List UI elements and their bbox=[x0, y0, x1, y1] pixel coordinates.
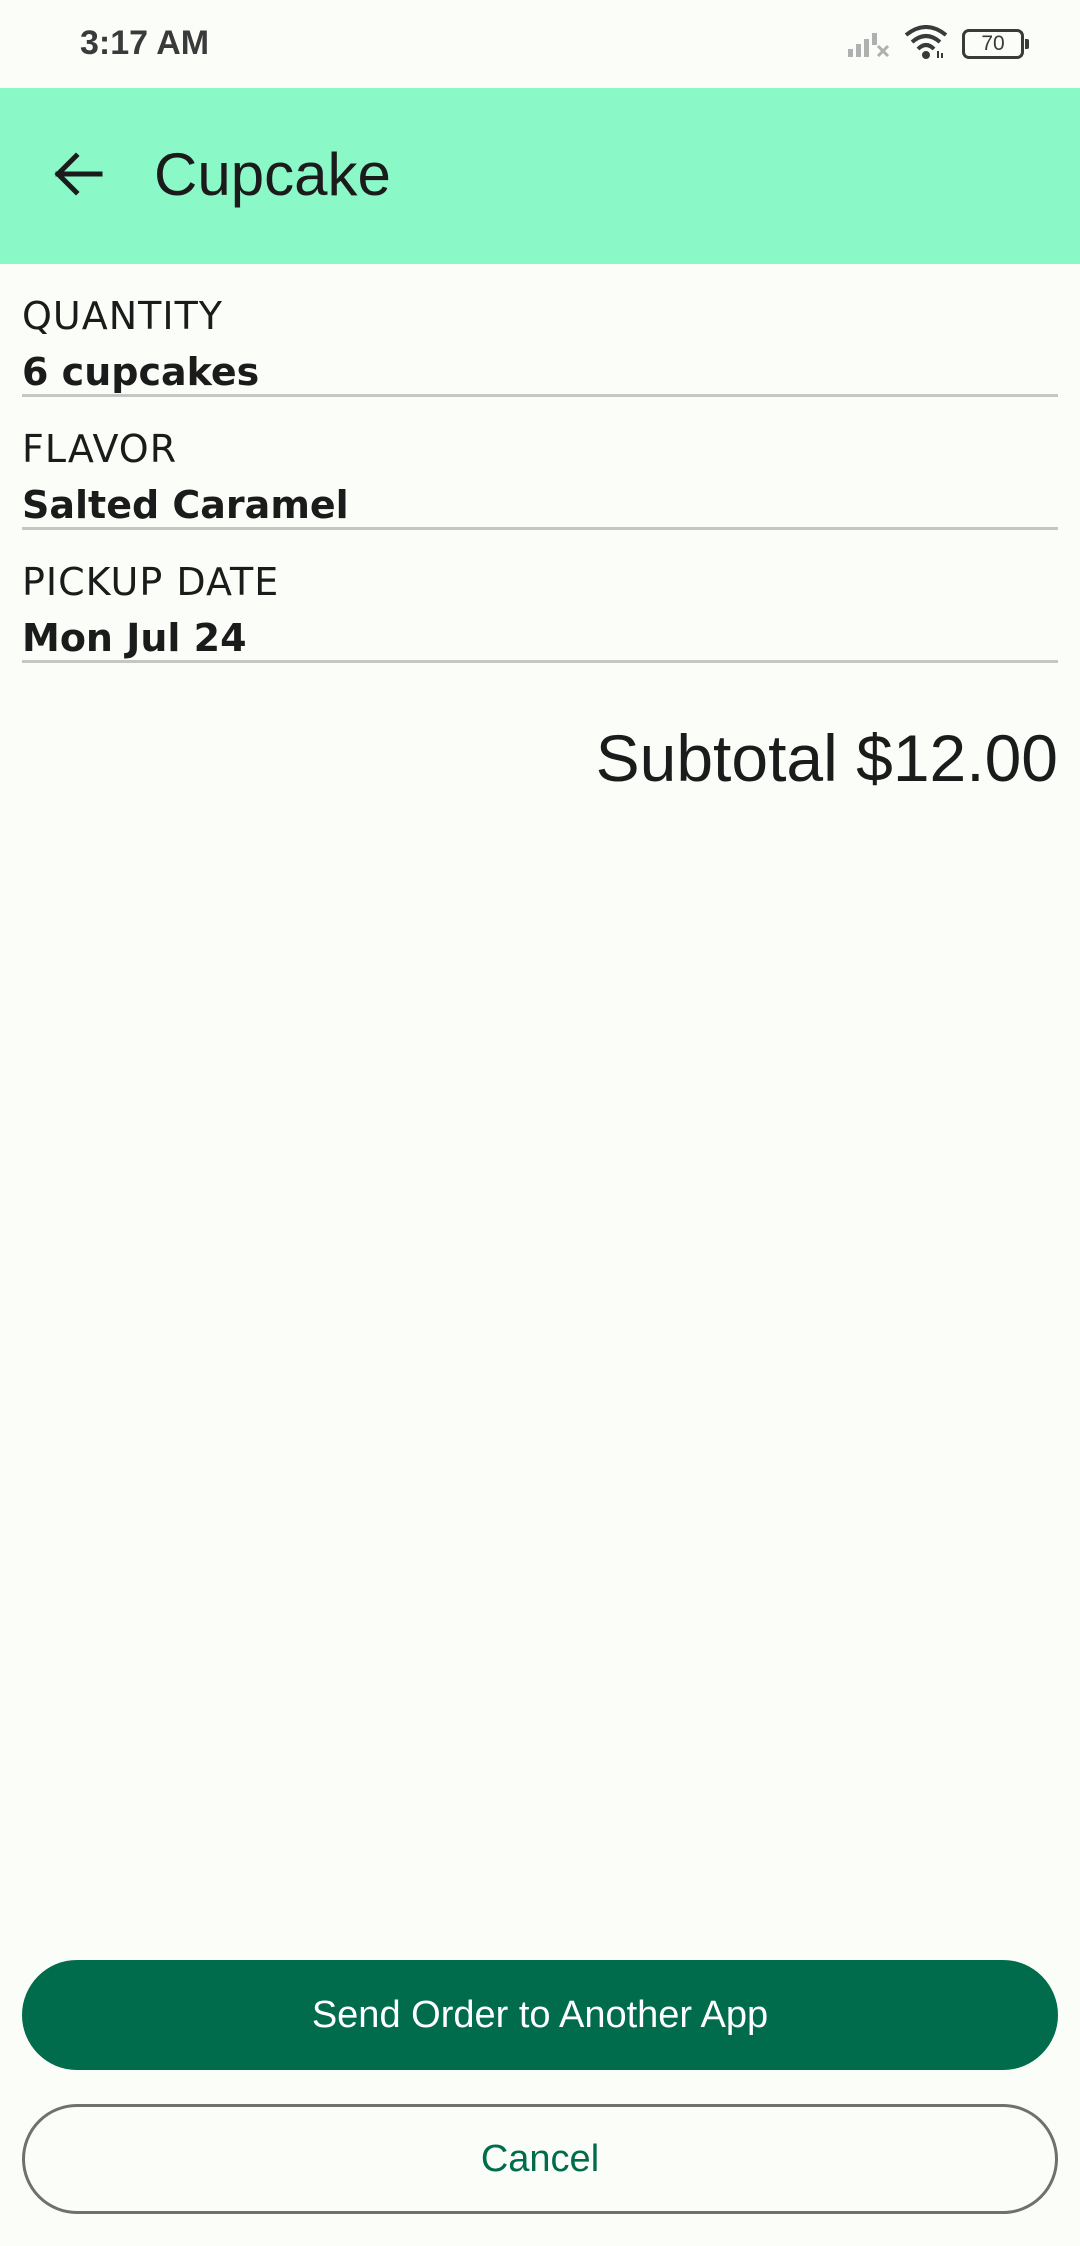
send-order-button[interactable]: Send Order to Another App bbox=[22, 1960, 1058, 2070]
signal-off-icon bbox=[848, 27, 890, 62]
status-icons: 70 bbox=[848, 22, 1029, 66]
field-label: FLAVOR bbox=[22, 427, 178, 471]
flavor-field: FLAVOR Salted Caramel bbox=[22, 397, 1058, 530]
status-bar: 3:17 AM 70 bbox=[0, 0, 1080, 88]
subtotal: Subtotal $12.00 bbox=[595, 721, 1058, 795]
order-summary: QUANTITY 6 cupcakes FLAVOR Salted Carame… bbox=[22, 264, 1058, 663]
status-time: 3:17 AM bbox=[80, 24, 210, 62]
cancel-button[interactable]: Cancel bbox=[22, 2104, 1058, 2214]
app-bar: Cupcake bbox=[0, 88, 1080, 264]
page-title: Cupcake bbox=[154, 141, 391, 208]
field-value: 6 cupcakes bbox=[22, 350, 260, 394]
arrow-left-icon bbox=[52, 151, 104, 201]
field-label: QUANTITY bbox=[22, 294, 223, 338]
field-value: Salted Caramel bbox=[22, 483, 349, 527]
back-button[interactable] bbox=[38, 128, 118, 224]
pickup-date-field: PICKUP DATE Mon Jul 24 bbox=[22, 530, 1058, 663]
battery-icon: 70 bbox=[962, 29, 1029, 59]
quantity-field: QUANTITY 6 cupcakes bbox=[22, 264, 1058, 397]
field-label: PICKUP DATE bbox=[22, 560, 280, 604]
field-value: Mon Jul 24 bbox=[22, 616, 247, 660]
wifi-icon bbox=[904, 24, 948, 64]
